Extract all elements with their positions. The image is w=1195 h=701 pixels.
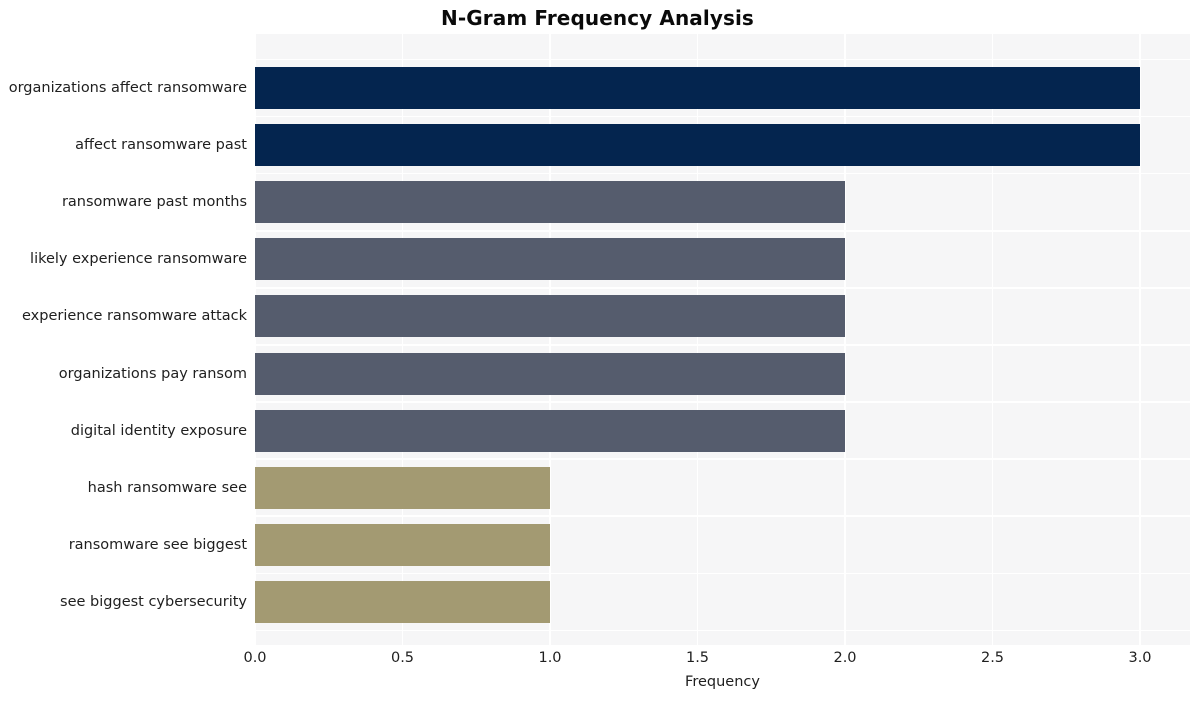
chart-title: N-Gram Frequency Analysis [441,6,754,30]
bar [255,124,1140,167]
x-axis-tick-label: 0.0 [243,650,267,666]
bar [255,466,550,509]
bar [255,523,550,566]
x-axis-tick-label: 2.0 [833,650,857,666]
y-axis-tick-labels: organizations affect ransomware affect ra… [0,34,247,645]
x-axis-label: Frequency [685,674,760,690]
y-axis-tick-label: organizations affect ransomware [8,80,247,96]
y-axis-tick-label: see biggest cybersecurity [60,593,247,610]
y-axis-tick-label: digital identity exposure [70,422,247,439]
y-axis-tick-label: organizations pay ransom [58,365,247,382]
x-axis-tick-label: 3.0 [1128,650,1152,666]
y-axis-tick-label: ransomware see biggest [68,536,247,553]
bar [255,409,845,452]
y-axis-tick-label: affect ransomware past [75,137,247,154]
bar [255,67,1140,109]
plot-area [254,34,1190,645]
y-axis-tick-label: likely experience ransomware [30,251,247,268]
x-axis-tick-label: 0.5 [390,650,415,666]
chart-figure: N-Gram Frequency Analysis organizations … [0,0,1195,701]
bar [255,580,550,623]
y-axis-tick-label: ransomware past months [61,194,247,211]
bars-layer [255,34,1190,645]
y-axis-tick-label: experience ransomware attack [22,308,247,325]
x-axis-tick-label: 1.5 [685,650,710,666]
bar [255,181,845,224]
bar [255,295,845,338]
x-axis-tick-label: 1.0 [538,650,562,666]
x-axis-tick-label: 2.5 [980,650,1005,666]
bar [255,238,845,281]
bar [255,352,845,395]
x-axis-tick-labels: 0.0 0.5 1.0 1.5 2.0 2.5 3.0 [0,648,1195,670]
y-axis-tick-label: hash ransomware see [87,479,247,496]
